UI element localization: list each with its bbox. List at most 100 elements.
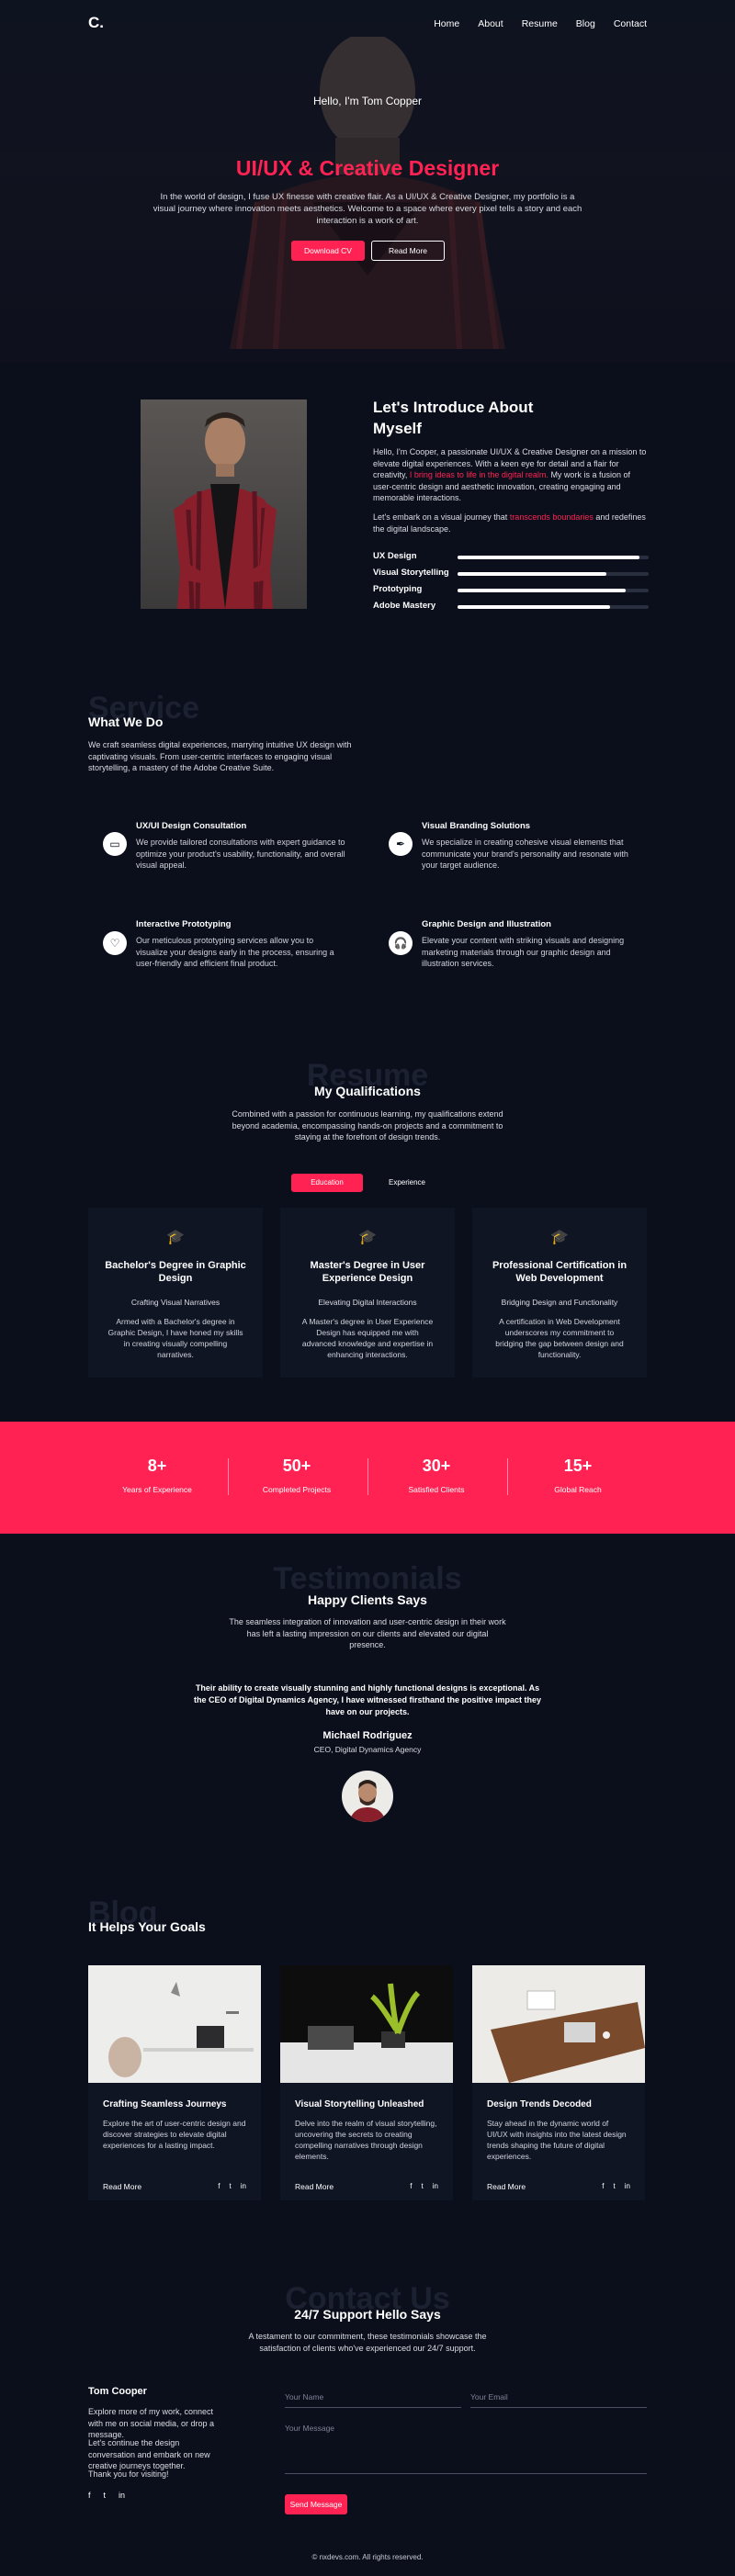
skill-bar-fill	[458, 589, 627, 592]
testimonial-author-role: CEO, Digital Dynamics Agency	[313, 1745, 422, 1754]
skill-bar-track	[458, 589, 649, 592]
service-text: We specialize in creating cohesive visua…	[422, 838, 628, 870]
hero-greeting: Hello, I'm Tom Copper	[312, 95, 423, 107]
qualification-card: 🎓 Master's Degree in User Experience Des…	[280, 1208, 455, 1378]
stat-number: 30+	[422, 1457, 451, 1475]
about-p2-text-a: Let's embark on a visual journey that	[373, 512, 510, 522]
twitter-icon[interactable]: t	[614, 2182, 616, 2190]
skill-bar-track	[458, 605, 649, 609]
qualification-subtitle: Elevating Digital Interactions	[318, 1298, 417, 1307]
message-textarea[interactable]: Your Message	[285, 2419, 647, 2474]
qualification-title: Bachelor's Degree in Graphic Design	[105, 1260, 246, 1284]
stat-label: Global Reach	[554, 1485, 602, 1494]
stat-divider	[507, 1458, 508, 1495]
site-logo[interactable]: C.	[88, 14, 104, 32]
qualification-card: 🎓 Bachelor's Degree in Graphic Design Cr…	[88, 1208, 263, 1378]
skill-bar-track	[458, 556, 649, 559]
email-input[interactable]: Your Email	[470, 2388, 647, 2408]
twitter-icon[interactable]: t	[230, 2182, 232, 2190]
blog-share-icons: f t in	[218, 2182, 246, 2190]
testimonials-title: Happy Clients Says	[308, 1592, 427, 1607]
blog-read-more-link[interactable]: Read More	[487, 2182, 526, 2191]
graduation-cap-icon: 🎓	[358, 1230, 377, 1245]
stat-item: 30+ Satisfied Clients	[368, 1457, 505, 1494]
blog-card[interactable]: Crafting Seamless Journeys Explore the a…	[88, 1965, 261, 2200]
skill-label: Prototyping	[373, 584, 423, 594]
qualification-text: Armed with a Bachelor's degree in Graphi…	[107, 1317, 243, 1359]
tab-experience[interactable]: Experience	[371, 1174, 443, 1192]
services-title: What We Do	[88, 714, 164, 729]
facebook-icon[interactable]: f	[218, 2182, 220, 2190]
qualification-subtitle: Crafting Visual Narratives	[130, 1298, 220, 1307]
linkedin-icon[interactable]: in	[119, 2491, 125, 2500]
blog-post-title[interactable]: Design Trends Decoded	[487, 2099, 592, 2109]
stat-number: 15+	[563, 1457, 593, 1475]
graduation-cap-icon: 🎓	[550, 1230, 569, 1245]
blog-image-desk-dark	[280, 1965, 453, 2083]
blog-image-desk-wood	[472, 1965, 645, 2083]
blog-post-text: Stay ahead in the dynamic world of UI/UX…	[487, 2119, 627, 2161]
email-input-placeholder: Your Email	[470, 2392, 508, 2402]
contact-name: Tom Cooper	[88, 2386, 147, 2397]
testimonial-avatar	[342, 1771, 393, 1822]
send-message-button[interactable]: Send Message	[285, 2494, 347, 2514]
testimonials-description: The seamless integration of innovation a…	[229, 1617, 506, 1649]
blog-image-desk-white	[88, 1965, 261, 2083]
top-navbar: C. Home About Resume Blog Contact	[0, 0, 735, 48]
contact-social-icons: f t in	[88, 2491, 125, 2500]
testimonial-quote: Their ability to create visually stunnin…	[193, 1683, 542, 1716]
facebook-icon[interactable]: f	[88, 2491, 91, 2500]
facebook-icon[interactable]: f	[602, 2182, 604, 2190]
stat-label: Completed Projects	[262, 1485, 332, 1494]
contact-paragraph-2: Let's continue the design conversation a…	[88, 2438, 210, 2470]
linkedin-icon[interactable]: in	[433, 2182, 438, 2190]
headphones-icon: 🎧	[389, 931, 413, 955]
nav-item-resume[interactable]: Resume	[522, 18, 558, 29]
skill-prototyping: Prototyping	[373, 584, 649, 597]
nav-item-home[interactable]: Home	[434, 18, 459, 29]
resume-title: My Qualifications	[314, 1084, 421, 1098]
nav-item-about[interactable]: About	[478, 18, 503, 29]
stats-banner: 8+ Years of Experience 50+ Completed Proje…	[0, 1422, 735, 1534]
about-title-line2: Myself	[373, 420, 422, 437]
blog-post-title[interactable]: Crafting Seamless Journeys	[103, 2099, 227, 2109]
about-portrait-image	[141, 399, 307, 609]
stat-number: 50+	[282, 1457, 311, 1475]
nav-item-blog[interactable]: Blog	[576, 18, 595, 29]
blog-read-more-link[interactable]: Read More	[103, 2182, 141, 2191]
twitter-icon[interactable]: t	[422, 2182, 424, 2190]
message-textarea-placeholder: Your Message	[285, 2424, 335, 2433]
facebook-icon[interactable]: f	[410, 2182, 412, 2190]
skill-bar-fill	[458, 556, 639, 559]
qualification-subtitle: Bridging Design and Functionality	[501, 1298, 618, 1307]
contact-paragraph-1: Explore more of my work, connect with me…	[88, 2407, 215, 2439]
blog-post-text: Delve into the realm of visual storytell…	[295, 2119, 437, 2161]
skill-ux-design: UX Design	[373, 551, 649, 564]
service-text: Elevate your content with striking visua…	[422, 936, 625, 968]
service-title: UX/UI Design Consultation	[136, 821, 247, 831]
blog-post-title[interactable]: Visual Storytelling Unleashed	[295, 2099, 424, 2109]
blog-read-more-link[interactable]: Read More	[295, 2182, 334, 2191]
skill-visual-storytelling: Visual Storytelling	[373, 568, 649, 580]
name-input[interactable]: Your Name	[285, 2388, 461, 2408]
about-p1-highlight: I bring ideas to life in the digital rea…	[409, 470, 548, 479]
blog-post-text: Explore the art of user-centric design a…	[103, 2119, 246, 2150]
read-more-button[interactable]: Read More	[371, 241, 445, 261]
twitter-icon[interactable]: t	[104, 2491, 107, 2500]
blog-card[interactable]: Visual Storytelling Unleashed Delve into…	[280, 1965, 453, 2200]
hero-overlay	[0, 0, 735, 363]
graduation-cap-icon: 🎓	[166, 1230, 185, 1245]
contact-title: 24/7 Support Hello Says	[294, 2307, 441, 2322]
services-description: We craft seamless digital experiences, m…	[88, 740, 352, 772]
linkedin-icon[interactable]: in	[625, 2182, 630, 2190]
tab-education[interactable]: Education	[291, 1174, 363, 1192]
nav-item-contact[interactable]: Contact	[614, 18, 647, 29]
blog-card[interactable]: Design Trends Decoded Stay ahead in the …	[472, 1965, 645, 2200]
skill-adobe-mastery: Adobe Mastery	[373, 601, 649, 613]
linkedin-icon[interactable]: in	[241, 2182, 246, 2190]
service-text: We provide tailored consultations with e…	[136, 838, 345, 870]
qualification-title: Master's Degree in User Experience Desig…	[310, 1260, 425, 1284]
blog-share-icons: f t in	[410, 2182, 438, 2190]
download-cv-button[interactable]: Download CV	[291, 241, 365, 261]
name-input-placeholder: Your Name	[285, 2392, 324, 2402]
